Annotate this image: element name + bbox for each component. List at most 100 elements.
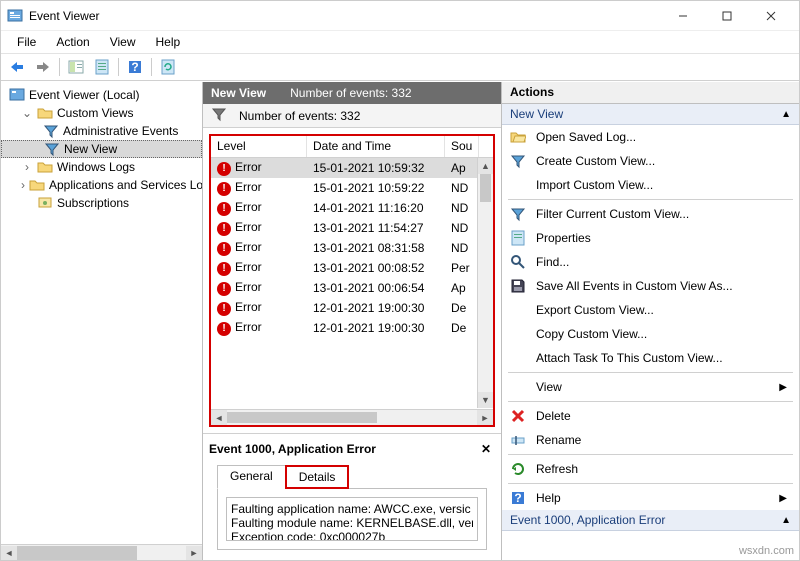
properties-toolbar-button[interactable] (90, 55, 114, 79)
scroll-left-arrow[interactable]: ◄ (1, 546, 17, 560)
menu-file[interactable]: File (9, 33, 44, 51)
tree-panel: Event Viewer (Local) ⌄ Custom Views Admi… (1, 82, 203, 560)
svg-text:?: ? (131, 60, 138, 74)
source-cell: De (445, 301, 479, 315)
scroll-left-arrow[interactable]: ◄ (211, 410, 227, 425)
menu-action[interactable]: Action (48, 33, 97, 51)
expand-icon[interactable]: › (21, 178, 25, 192)
center-count: Number of events: 332 (290, 86, 411, 100)
scroll-right-arrow[interactable]: ► (186, 546, 202, 560)
level-label: Error (235, 160, 262, 174)
action-label: Attach Task To This Custom View... (536, 351, 723, 365)
v-scrollbar[interactable]: ▲ ▼ (477, 158, 493, 408)
event-row[interactable]: !Error15-01-2021 10:59:32Ap (211, 158, 493, 178)
actions-section-new-view[interactable]: New View ▲ (502, 104, 799, 125)
folder-open-icon (510, 129, 526, 145)
datetime-cell: 15-01-2021 10:59:32 (307, 161, 445, 175)
action-import-custom-view[interactable]: Import Custom View... (502, 173, 799, 197)
action-save-all-events[interactable]: Save All Events in Custom View As... (502, 274, 799, 298)
action-properties[interactable]: Properties (502, 226, 799, 250)
tree-custom-views[interactable]: ⌄ Custom Views (1, 104, 202, 122)
folder-icon (37, 159, 53, 175)
show-hide-tree-button[interactable] (64, 55, 88, 79)
tree-root[interactable]: Event Viewer (Local) (1, 86, 202, 104)
rename-icon (510, 432, 526, 448)
action-refresh[interactable]: Refresh (502, 457, 799, 481)
action-rename[interactable]: Rename (502, 428, 799, 452)
col-source[interactable]: Sou (445, 136, 479, 157)
refresh-toolbar-button[interactable] (156, 55, 180, 79)
action-export-custom-view[interactable]: Export Custom View... (502, 298, 799, 322)
action-label: Rename (536, 433, 581, 447)
action-help[interactable]: ?Help▶ (502, 486, 799, 510)
tree-app-svc-logs[interactable]: › Applications and Services Logs (1, 176, 202, 194)
tree-admin-events-label: Administrative Events (63, 124, 178, 138)
action-copy-custom-view[interactable]: Copy Custom View... (502, 322, 799, 346)
h-scrollbar[interactable]: ◄ ► (211, 409, 493, 425)
event-row[interactable]: !Error13-01-2021 11:54:27ND (211, 218, 493, 238)
tab-general[interactable]: General (217, 465, 286, 489)
event-row[interactable]: !Error13-01-2021 00:06:54Ap (211, 278, 493, 298)
fault-text: Faulting application name: AWCC.exe, ver… (226, 497, 478, 541)
datetime-cell: 12-01-2021 19:00:30 (307, 321, 445, 335)
tree-subscriptions[interactable]: Subscriptions (1, 194, 202, 212)
back-button[interactable] (5, 55, 29, 79)
error-icon: ! (217, 202, 231, 216)
menu-view[interactable]: View (102, 33, 144, 51)
expand-icon[interactable]: › (21, 160, 33, 174)
chevron-up-icon: ▲ (781, 515, 791, 526)
scroll-thumb[interactable] (17, 546, 137, 560)
action-label: Export Custom View... (536, 303, 654, 317)
scroll-right-arrow[interactable]: ► (477, 410, 493, 425)
actions-panel: Actions New View ▲ Open Saved Log... Cre… (502, 82, 799, 560)
error-icon: ! (217, 242, 231, 256)
level-label: Error (235, 280, 262, 294)
action-filter-current[interactable]: Filter Current Custom View... (502, 202, 799, 226)
tree-h-scrollbar[interactable]: ◄ ► (1, 544, 202, 560)
actions-section-event[interactable]: Event 1000, Application Error ▲ (502, 510, 799, 531)
event-row[interactable]: !Error14-01-2021 11:16:20ND (211, 198, 493, 218)
title-bar: Event Viewer (1, 1, 799, 31)
scroll-down-arrow[interactable]: ▼ (478, 392, 493, 408)
action-view-submenu[interactable]: View▶ (502, 375, 799, 399)
section-title: New View (510, 107, 781, 121)
action-open-saved-log[interactable]: Open Saved Log... (502, 125, 799, 149)
action-find[interactable]: Find... (502, 250, 799, 274)
action-attach-task[interactable]: Attach Task To This Custom View... (502, 346, 799, 370)
tree-new-view[interactable]: New View (1, 140, 202, 158)
col-level[interactable]: Level (211, 136, 307, 157)
tree-win-logs-label: Windows Logs (57, 160, 135, 174)
source-cell: De (445, 321, 479, 335)
level-label: Error (235, 320, 262, 334)
detail-close-button[interactable]: ✕ (477, 440, 495, 458)
scroll-thumb[interactable] (227, 412, 377, 423)
center-title: New View (211, 86, 266, 100)
blank-icon (510, 350, 526, 366)
actions-header: Actions (502, 82, 799, 104)
scroll-up-arrow[interactable]: ▲ (478, 158, 493, 174)
refresh-icon (510, 461, 526, 477)
close-button[interactable] (749, 2, 793, 30)
tree-admin-events[interactable]: Administrative Events (1, 122, 202, 140)
action-delete[interactable]: Delete (502, 404, 799, 428)
help-toolbar-button[interactable]: ? (123, 55, 147, 79)
menu-bar: File Action View Help (1, 31, 799, 53)
tree-windows-logs[interactable]: › Windows Logs (1, 158, 202, 176)
event-row[interactable]: !Error12-01-2021 19:00:30De (211, 318, 493, 338)
level-label: Error (235, 220, 262, 234)
event-row[interactable]: !Error12-01-2021 19:00:30De (211, 298, 493, 318)
col-datetime[interactable]: Date and Time (307, 136, 445, 157)
event-row[interactable]: !Error13-01-2021 00:08:52Per (211, 258, 493, 278)
menu-help[interactable]: Help (148, 33, 189, 51)
action-create-custom-view[interactable]: Create Custom View... (502, 149, 799, 173)
action-label: View (536, 380, 562, 394)
app-icon (9, 87, 25, 103)
forward-button[interactable] (31, 55, 55, 79)
maximize-button[interactable] (705, 2, 749, 30)
scroll-thumb[interactable] (480, 174, 491, 202)
minimize-button[interactable] (661, 2, 705, 30)
event-row[interactable]: !Error15-01-2021 10:59:22ND (211, 178, 493, 198)
tab-details[interactable]: Details (285, 465, 350, 489)
expand-icon[interactable]: ⌄ (21, 106, 33, 120)
event-row[interactable]: !Error13-01-2021 08:31:58ND (211, 238, 493, 258)
